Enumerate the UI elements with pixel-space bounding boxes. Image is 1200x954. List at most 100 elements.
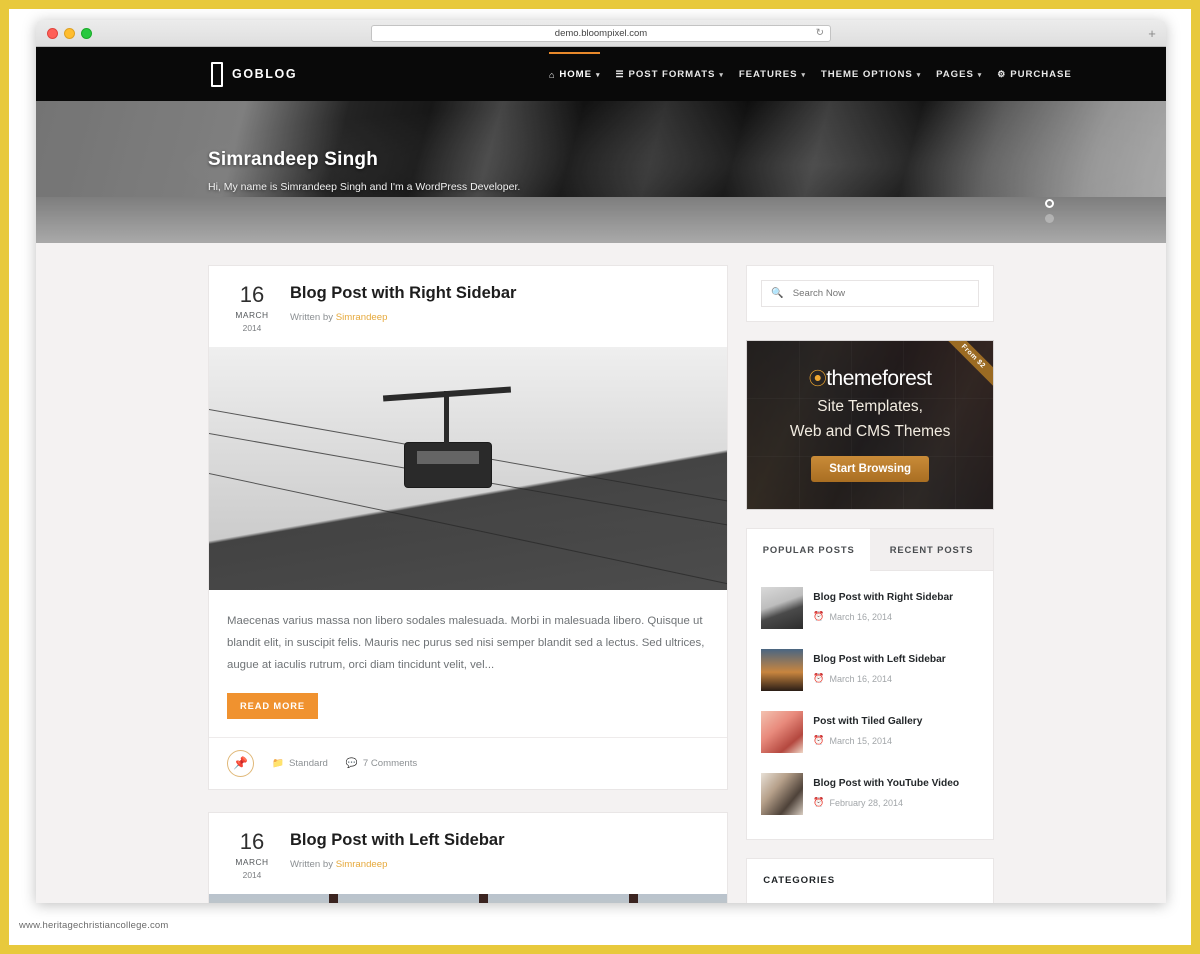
url-text: demo.bloompixel.com [554, 27, 648, 39]
post-comments-meta[interactable]: 💬 7 Comments [346, 758, 417, 769]
main-navigation[interactable]: ⌂ HOME ▾ ☰ POST FORMATS ▾ FEATURES ▾ THE… [549, 52, 1072, 96]
search-field[interactable]: 🔍 [761, 280, 979, 307]
window-controls[interactable] [47, 27, 92, 39]
category-item-audio[interactable]: Audio (1) [763, 898, 977, 903]
nav-item-theme-options[interactable]: THEME OPTIONS ▾ [821, 52, 921, 96]
post-date-month: MARCH [235, 310, 269, 320]
chevron-down-icon: ▾ [719, 71, 724, 79]
slider-dot-1[interactable] [1045, 199, 1054, 208]
written-by-label: Written by [290, 858, 334, 870]
maximize-window-button[interactable] [81, 27, 92, 39]
post-byline: Written by Simrandeep [290, 312, 516, 323]
leaf-icon: ⦿ [808, 369, 827, 389]
site-logo[interactable]: GOBLOG [211, 61, 297, 87]
ad-line-2: Web and CMS Themes [789, 423, 951, 441]
slider-pagination[interactable] [1045, 199, 1054, 223]
ad-content: ⦿themeforest Site Templates, Web and CMS… [747, 341, 993, 482]
search-input[interactable] [792, 288, 969, 299]
reload-icon[interactable]: ↻ [816, 28, 824, 39]
new-tab-button[interactable]: + [1144, 26, 1160, 42]
post-header: 16 MARCH 2014 Blog Post with Left Sideba… [209, 813, 727, 894]
ad-brand: ⦿themeforest [747, 365, 993, 391]
tab-popular-posts[interactable]: POPULAR POSTS [747, 529, 871, 571]
post-header: 16 MARCH 2014 Blog Post with Right Sideb… [209, 266, 727, 347]
list-item-title: Blog Post with Right Sidebar [813, 592, 954, 603]
post-thumbnail [761, 587, 804, 629]
chevron-down-icon: ▾ [801, 71, 806, 79]
nav-item-home-label: HOME [559, 69, 592, 80]
chevron-down-icon: ▾ [977, 71, 983, 79]
post-meta-footer: 📌 📁 Standard 💬 7 Comments [209, 736, 728, 789]
cart-icon: ⚙ [997, 69, 1007, 79]
minimize-window-button[interactable] [64, 27, 75, 39]
ad-line-1: Site Templates, [817, 398, 923, 415]
post-comments-label: 7 Comments [362, 757, 418, 769]
list-icon: ☰ [615, 69, 625, 79]
clock-icon: ⏰ [813, 735, 825, 745]
list-item-title: Blog Post with YouTube Video [813, 778, 960, 789]
nav-item-home[interactable]: ⌂ HOME ▾ [549, 52, 601, 96]
list-item-date: ⏰ February 28, 2014 [813, 797, 959, 808]
post-heading: Blog Post with Left Sidebar Written by S… [279, 829, 505, 880]
nav-item-post-formats[interactable]: ☰ POST FORMATS ▾ [615, 52, 723, 96]
post-heading: Blog Post with Right Sidebar Written by … [279, 282, 516, 333]
post-date-month: MARCH [235, 856, 269, 867]
list-item[interactable]: Blog Post with YouTube Video ⏰ February … [761, 763, 979, 825]
post-excerpt: Maecenas varius massa non libero sodales… [227, 615, 705, 672]
hero-subtitle: Hi, My name is Simrandeep Singh and I'm … [208, 181, 521, 193]
categories-widget: CATEGORIES Audio (1) Gallery (2) Link (1… [746, 858, 994, 903]
post-title[interactable]: Blog Post with Left Sidebar [290, 831, 505, 851]
start-browsing-button[interactable]: Start Browsing [811, 455, 930, 482]
chevron-down-icon: ▾ [916, 71, 922, 79]
posts-tabs-widget: POPULAR POSTS RECENT POSTS Blog Post wit… [746, 528, 994, 840]
post-format-label: Standard [288, 757, 328, 769]
post-format-meta[interactable]: 📁 Standard [272, 758, 328, 769]
post-thumbnail [761, 773, 804, 815]
list-item-date-text: March 15, 2014 [829, 735, 893, 746]
bridge-post [629, 893, 638, 903]
sidebar: 🔍 From $2 ⦿themeforest Site Templates [746, 265, 994, 903]
list-item-date: ⏰ March 16, 2014 [813, 611, 953, 622]
list-item[interactable]: Blog Post with Right Sidebar ⏰ March 16,… [761, 577, 979, 639]
list-item-date-text: March 16, 2014 [829, 673, 893, 684]
tab-recent-posts[interactable]: RECENT POSTS [870, 529, 993, 570]
pin-icon[interactable]: 📌 [227, 749, 254, 777]
popular-posts-list: Blog Post with Right Sidebar ⏰ March 16,… [747, 571, 993, 839]
post-byline: Written by Simrandeep [290, 859, 505, 870]
read-more-button[interactable]: READ MORE [227, 692, 318, 719]
categories-list: Audio (1) Gallery (2) Link (1) [763, 898, 977, 903]
post-featured-image[interactable] [209, 893, 728, 903]
bridge-post [329, 893, 338, 903]
hero-overlay [36, 101, 1166, 243]
nav-item-purchase[interactable]: ⚙ PURCHASE [997, 52, 1071, 96]
post-author-link[interactable]: Simrandeep [336, 859, 388, 870]
list-item-title: Blog Post with Left Sidebar [813, 654, 946, 665]
post-date-year: 2014 [242, 869, 262, 880]
post-author-link[interactable]: Simrandeep [336, 312, 388, 323]
post-date: 16 MARCH 2014 [225, 829, 279, 880]
close-window-button[interactable] [47, 27, 58, 39]
clock-icon: ⏰ [813, 611, 825, 621]
list-item[interactable]: Post with Tiled Gallery ⏰ March 15, 2014 [761, 701, 979, 763]
posts-tabs[interactable]: POPULAR POSTS RECENT POSTS [747, 529, 993, 571]
nav-item-pages-label: PAGES [936, 69, 974, 80]
clock-icon: ⏰ [813, 673, 825, 683]
home-icon: ⌂ [549, 69, 556, 80]
themeforest-ad-banner[interactable]: From $2 ⦿themeforest Site Templates, Web… [746, 340, 994, 510]
slider-dot-2[interactable] [1045, 214, 1054, 223]
hero-slider: Simrandeep Singh Hi, My name is Simrande… [36, 101, 1166, 243]
categories-body: CATEGORIES Audio (1) Gallery (2) Link (1… [747, 859, 993, 903]
post-featured-image[interactable] [209, 347, 728, 590]
address-bar[interactable]: demo.bloompixel.com ↻ [371, 24, 831, 42]
chevron-down-icon: ▾ [595, 71, 601, 79]
list-item-date: ⏰ March 16, 2014 [813, 673, 945, 684]
post-card-right-sidebar: 16 MARCH 2014 Blog Post with Right Sideb… [208, 265, 729, 790]
browser-window: demo.bloompixel.com ↻ + GOBLOG ⌂ HOME ▾ [36, 20, 1166, 903]
list-item[interactable]: Blog Post with Left Sidebar ⏰ March 16, … [761, 639, 979, 701]
post-list: 16 MARCH 2014 Blog Post with Right Sideb… [208, 265, 729, 903]
website-viewport: GOBLOG ⌂ HOME ▾ ☰ POST FORMATS ▾ FEATURE… [36, 47, 1166, 903]
nav-item-pages[interactable]: PAGES ▾ [936, 52, 982, 96]
post-title[interactable]: Blog Post with Right Sidebar [290, 284, 516, 304]
nav-item-post-formats-label: POST FORMATS [628, 69, 716, 80]
nav-item-features[interactable]: FEATURES ▾ [739, 52, 806, 96]
